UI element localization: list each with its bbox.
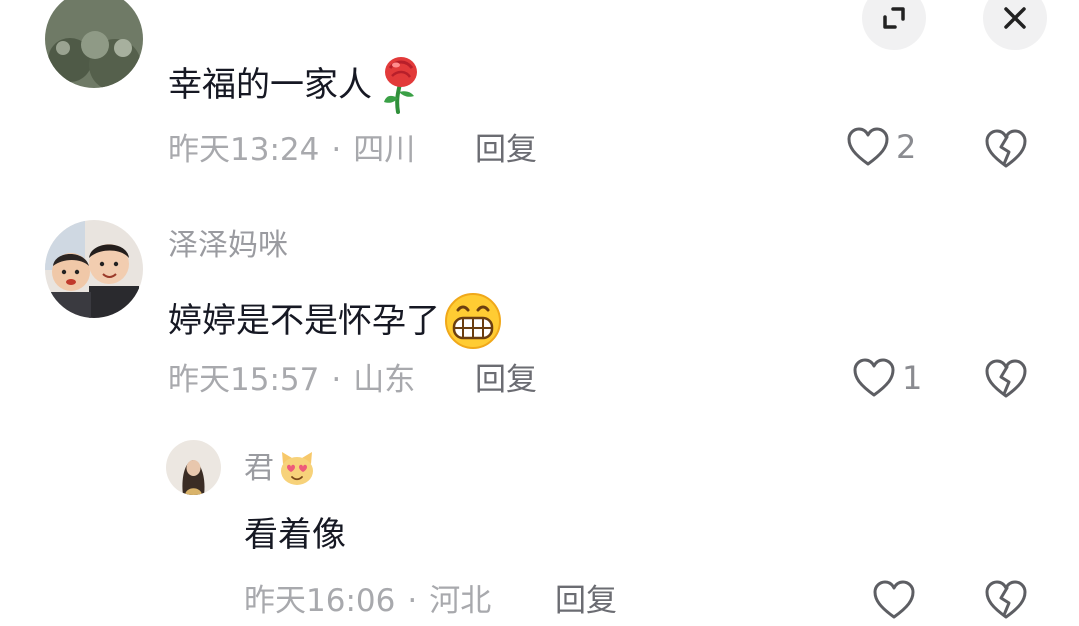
rose-emoji [384,57,417,114]
meta-separator: · [331,132,342,168]
reply-button[interactable]: 回复 [555,583,617,619]
avatar[interactable] [166,440,221,495]
meta-separator: · [407,583,418,619]
like-button[interactable]: 1 [852,357,922,399]
expand-button[interactable] [862,0,926,50]
grinning-emoji [445,293,501,349]
comment-text: 看着像 [244,515,346,555]
comment-time: 昨天15:57 [168,362,320,398]
avatar-image [166,440,221,495]
comment-meta: 昨天16:06 · 河北 [244,583,491,619]
dislike-button[interactable] [984,358,1028,404]
dislike-button[interactable] [984,128,1028,174]
heart-eyes-cat-emoji [281,452,313,485]
reply-username-row: 君 [244,450,316,488]
close-icon [1004,7,1026,29]
like-count: 2 [896,128,917,166]
heart-icon [873,580,915,619]
comment-location: 山东 [353,362,416,398]
comment-1-text-row: 幸福的一家人 [168,56,424,114]
dislike-button[interactable] [984,579,1028,625]
avatar[interactable] [45,220,143,318]
username[interactable]: 君 [244,451,274,487]
avatar-image [45,0,143,88]
comment-text: 婷婷是不是怀孕了 [168,301,440,341]
comment-time: 昨天13:24 [168,132,320,168]
meta-separator: · [331,362,342,398]
like-count: 1 [902,359,923,397]
broken-heart-icon [985,129,1027,168]
avatar[interactable] [45,0,143,88]
username[interactable]: 泽泽妈咪 [168,228,288,264]
heart-icon [853,358,895,397]
heart-icon [847,127,889,166]
comment-2-text-row: 婷婷是不是怀孕了 [168,292,502,350]
comment-time: 昨天16:06 [244,583,396,619]
broken-heart-icon [985,580,1027,619]
comment-location: 河北 [429,583,492,619]
like-button[interactable] [872,579,916,625]
avatar-image [45,220,143,318]
close-button[interactable] [983,0,1047,50]
broken-heart-icon [985,359,1027,398]
comment-location: 四川 [353,132,416,168]
expand-icon [883,7,905,29]
reply-button[interactable]: 回复 [475,362,537,398]
like-button[interactable]: 2 [846,126,916,168]
comment-text: 幸福的一家人 [168,65,372,105]
comment-meta: 昨天15:57 · 山东 [168,362,415,398]
comment-meta: 昨天13:24 · 四川 [168,132,415,168]
reply-button[interactable]: 回复 [475,132,537,168]
